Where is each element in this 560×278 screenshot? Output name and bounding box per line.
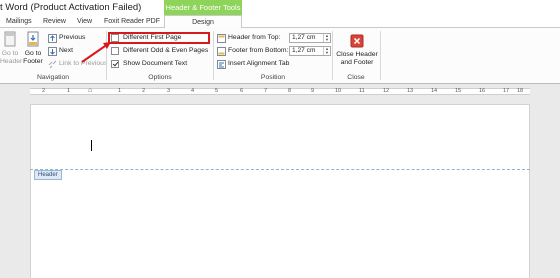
navigation-group-label: Navigation	[36, 74, 70, 81]
ruler-label: 1	[67, 88, 71, 94]
show-document-text-label: Show Document Text	[123, 60, 188, 67]
text-cursor	[91, 140, 92, 151]
window-title: t Word (Product Activation Failed)	[0, 2, 142, 13]
tab-review[interactable]: Review	[43, 15, 66, 28]
ruler-label: 4	[191, 88, 195, 94]
ruler-label: 7	[264, 88, 268, 94]
ruler-label: 11	[359, 88, 365, 94]
tab-foxit-reader-pdf[interactable]: Foxit Reader PDF	[104, 15, 160, 28]
highlight-box	[108, 32, 210, 44]
ruler-label: 14	[431, 88, 438, 94]
tab-view[interactable]: View	[77, 15, 92, 28]
header-from-top-input[interactable]: 1,27 cm ▲ ▼	[289, 33, 331, 43]
document-page[interactable]	[30, 104, 530, 278]
ruler-label: 10	[335, 88, 342, 94]
position-group-label: Position	[260, 74, 286, 81]
different-odd-even-label: Different Odd & Even Pages	[123, 47, 209, 54]
go-to-header-label-1: Go to	[1, 50, 19, 57]
next-icon	[48, 47, 57, 56]
ruler-track[interactable]: 2 1 ⌂ 1 2 3 4 5 6 7 8 9 10 11 12 13 14 1…	[30, 87, 530, 95]
insert-alignment-tab-label: Insert Alignment Tab	[228, 60, 290, 67]
header-from-top-label: Header from Top:	[228, 34, 281, 41]
ruler-label: 6	[240, 88, 244, 94]
close-icon	[350, 34, 364, 48]
go-to-header-button[interactable]: Go to Header	[0, 31, 23, 66]
ruler-label: 16	[479, 88, 486, 94]
footer-from-bottom-input[interactable]: 1,27 cm ▲ ▼	[289, 46, 331, 56]
go-to-footer-icon	[27, 31, 39, 47]
ruler-label: 3	[167, 88, 171, 94]
ruler-label: 18	[517, 88, 524, 94]
previous-icon	[48, 34, 57, 43]
tab-mailings[interactable]: Mailings	[6, 15, 32, 28]
ruler-label: 17	[503, 88, 510, 94]
ruler-label: 12	[383, 88, 390, 94]
next-label: Next	[59, 47, 73, 54]
ruler-label: 15	[455, 88, 462, 94]
header-tag: Header	[34, 170, 62, 180]
ruler-label: 8	[288, 88, 292, 94]
group-separator	[332, 31, 333, 80]
alignment-tab-icon	[217, 60, 226, 69]
footer-from-bottom-value: 1,27 cm	[292, 47, 316, 54]
ruler-label: 9	[311, 88, 315, 94]
footer-from-bottom-label: Footer from Bottom:	[228, 47, 289, 54]
group-separator	[213, 31, 214, 80]
context-tab-group-label: Header & Footer Tools	[164, 0, 242, 15]
spinner-arrows-icon[interactable]: ▲ ▼	[323, 47, 330, 55]
header-boundary-line	[30, 169, 530, 170]
go-to-header-icon	[4, 31, 16, 47]
go-to-header-label-2: Header	[0, 58, 23, 65]
indent-marker-icon[interactable]: ⌂	[88, 87, 92, 94]
ruler-label: 2	[142, 88, 146, 94]
options-group-label: Options	[148, 74, 172, 81]
close-label-1: Close Header	[336, 51, 378, 58]
ruler-label: 5	[215, 88, 219, 94]
group-separator	[380, 31, 381, 80]
go-to-footer-button[interactable]: Go to Footer	[22, 31, 44, 66]
close-label-2: and Footer	[340, 59, 374, 66]
go-to-footer-label-2: Footer	[23, 58, 43, 65]
go-to-footer-label-1: Go to	[24, 50, 42, 57]
header-position-icon	[217, 34, 226, 43]
header-from-top-value: 1,27 cm	[292, 34, 316, 41]
close-group-label: Close	[347, 74, 365, 81]
close-header-footer-button[interactable]: Close Header and Footer	[334, 34, 380, 67]
tab-design[interactable]: Design	[164, 15, 242, 29]
ribbon-tab-bar: Mailings Review View Foxit Reader PDF De…	[0, 15, 560, 29]
ruler-label: 2	[42, 88, 46, 94]
link-icon	[48, 60, 57, 69]
ruler-label: 13	[407, 88, 414, 94]
spinner-arrows-icon[interactable]: ▲ ▼	[323, 34, 330, 42]
ruler-label: 1	[118, 88, 122, 94]
footer-position-icon	[217, 47, 226, 56]
annotation-arrow-icon	[81, 42, 111, 63]
